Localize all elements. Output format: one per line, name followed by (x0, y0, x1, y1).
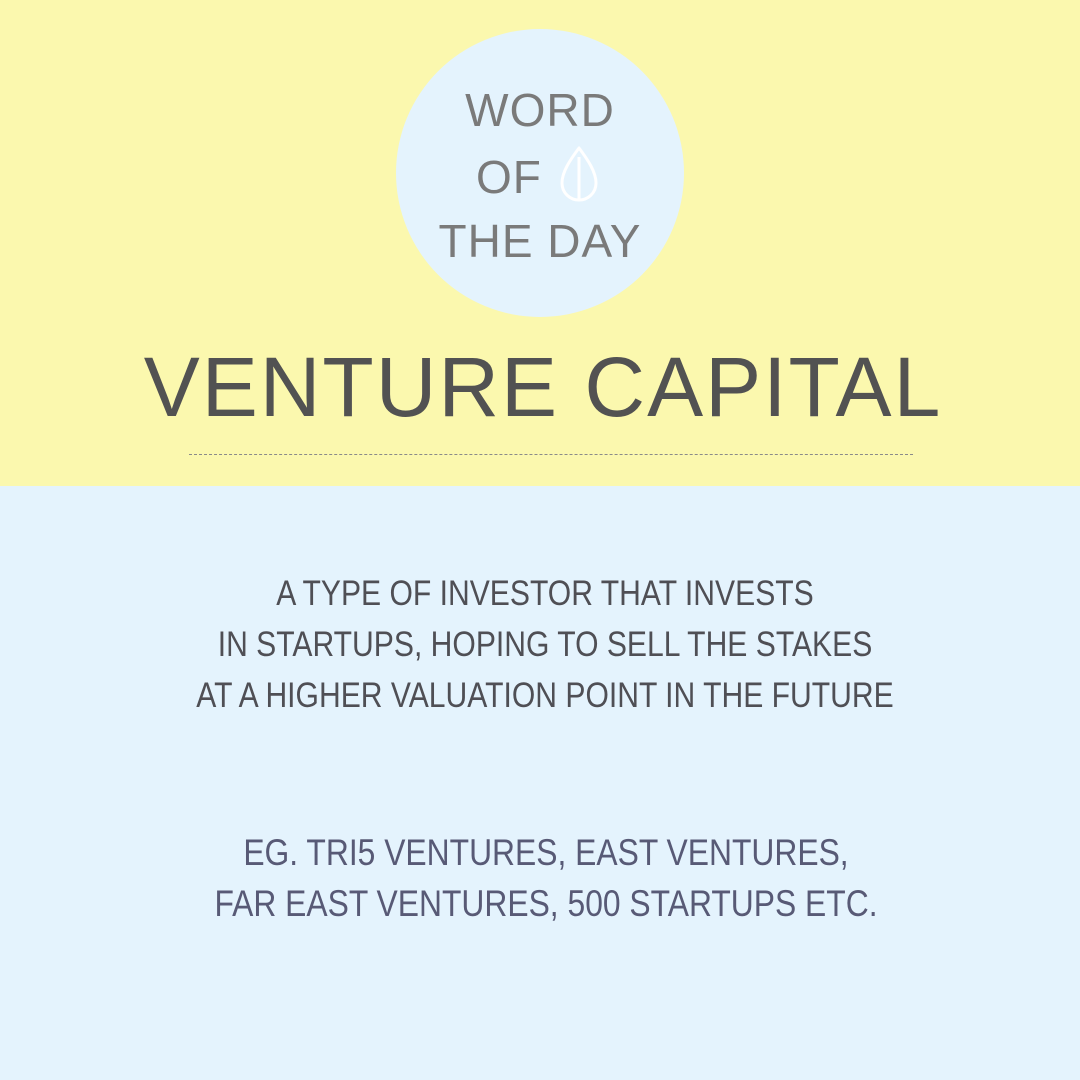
definition-line: AT A HIGHER VALUATION POINT IN THE FUTUR… (196, 676, 894, 715)
examples-line: EG. TRI5 VENTURES, EAST VENTURES, (243, 832, 849, 873)
definition-line: IN STARTUPS, HOPING TO SELL THE STAKES (217, 625, 873, 664)
definition-line: A TYPE OF INVESTOR THAT INVESTS (276, 574, 814, 613)
examples-text: EG. TRI5 VENTURES, EAST VENTURES, FAR EA… (76, 827, 1015, 929)
badge-the-day-label: THE DAY (438, 215, 642, 267)
examples-line: FAR EAST VENTURES, 500 STARTUPS ETC. (214, 883, 878, 924)
term-title: VENTURE CAPITAL (143, 340, 943, 434)
badge-of-label: OF (476, 151, 542, 203)
definition-text: A TYPE OF INVESTOR THAT INVESTS IN START… (76, 568, 1013, 721)
title-divider (189, 454, 913, 455)
badge-word-label: WORD (465, 84, 615, 136)
drop-icon (560, 146, 598, 202)
